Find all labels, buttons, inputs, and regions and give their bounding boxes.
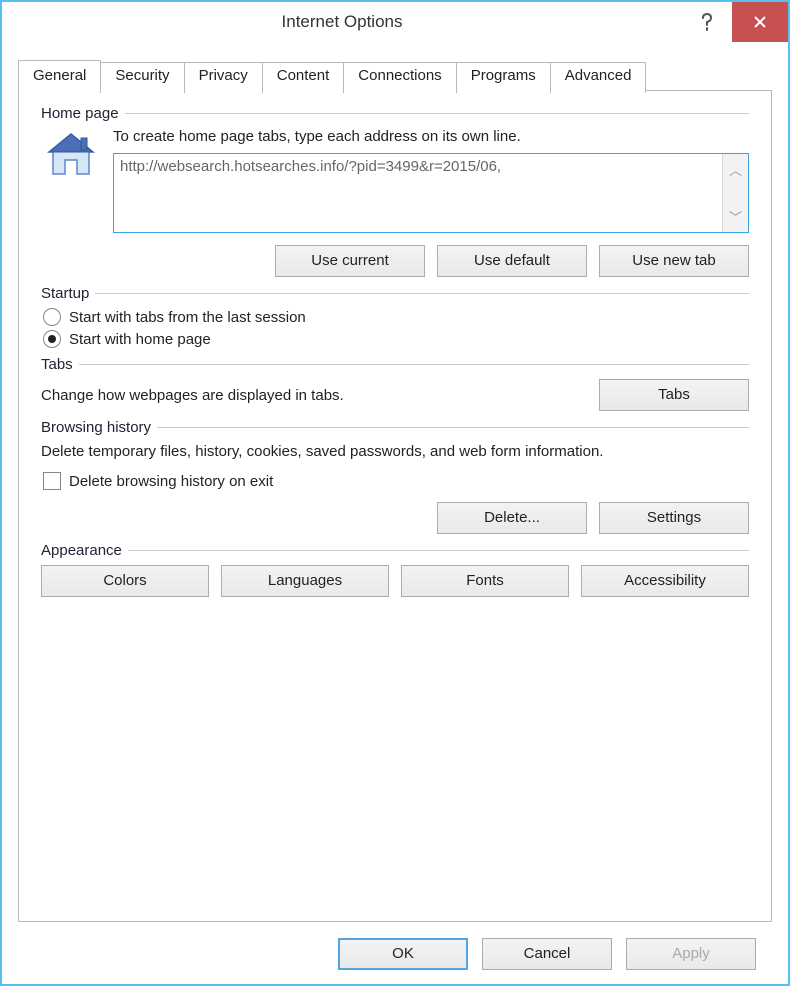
internet-options-window: Internet Options General Security Privac…	[0, 0, 790, 986]
dialog-footer: OK Cancel Apply	[18, 922, 772, 970]
close-button[interactable]	[732, 2, 788, 42]
homepage-input[interactable]	[114, 154, 722, 232]
home-icon	[41, 128, 101, 180]
divider	[157, 427, 749, 428]
tab-privacy[interactable]: Privacy	[184, 62, 263, 93]
group-title-history: Browsing history	[41, 419, 157, 436]
group-title-startup: Startup	[41, 285, 95, 302]
colors-button[interactable]: Colors	[41, 565, 209, 597]
tab-general[interactable]: General	[18, 60, 101, 91]
group-startup: Startup Start with tabs from the last se…	[41, 285, 749, 348]
cancel-button[interactable]: Cancel	[482, 938, 612, 970]
radio-label: Start with home page	[69, 331, 211, 348]
ok-button[interactable]: OK	[338, 938, 468, 970]
settings-button[interactable]: Settings	[599, 502, 749, 534]
apply-button[interactable]: Apply	[626, 938, 756, 970]
close-icon	[753, 15, 767, 29]
fonts-button[interactable]: Fonts	[401, 565, 569, 597]
group-appearance: Appearance Colors Languages Fonts Access…	[41, 542, 749, 597]
checkbox-label: Delete browsing history on exit	[69, 473, 273, 490]
help-button[interactable]	[682, 2, 732, 42]
tab-strip: General Security Privacy Content Connect…	[18, 60, 772, 91]
group-browsing-history: Browsing history Delete temporary files,…	[41, 419, 749, 534]
scrollbar[interactable]: ︿ ﹀	[722, 154, 748, 232]
dialog-body: General Security Privacy Content Connect…	[2, 42, 788, 984]
radio-icon	[43, 330, 61, 348]
tabs-description: Change how webpages are displayed in tab…	[41, 387, 587, 404]
group-tabs: Tabs Change how webpages are displayed i…	[41, 356, 749, 411]
use-default-button[interactable]: Use default	[437, 245, 587, 277]
history-description: Delete temporary files, history, cookies…	[41, 442, 749, 462]
homepage-instruction: To create home page tabs, type each addr…	[113, 128, 749, 145]
titlebar: Internet Options	[2, 2, 788, 42]
languages-button[interactable]: Languages	[221, 565, 389, 597]
radio-label: Start with tabs from the last session	[69, 309, 306, 326]
checkbox-icon	[43, 472, 61, 490]
group-title-homepage: Home page	[41, 105, 125, 122]
radio-start-home-page[interactable]: Start with home page	[43, 330, 749, 348]
tab-connections[interactable]: Connections	[343, 62, 456, 93]
use-new-tab-button[interactable]: Use new tab	[599, 245, 749, 277]
divider	[95, 293, 749, 294]
group-homepage: Home page To create home page tabs, type…	[41, 105, 749, 277]
checkbox-delete-on-exit[interactable]: Delete browsing history on exit	[43, 472, 749, 490]
divider	[79, 364, 749, 365]
window-title: Internet Options	[2, 12, 682, 32]
scroll-down-icon: ﹀	[729, 207, 742, 226]
group-title-tabs: Tabs	[41, 356, 79, 373]
help-icon	[700, 13, 714, 31]
delete-button[interactable]: Delete...	[437, 502, 587, 534]
divider	[125, 113, 749, 114]
tab-programs[interactable]: Programs	[456, 62, 551, 93]
homepage-textarea-wrap: ︿ ﹀	[113, 153, 749, 233]
tab-security[interactable]: Security	[100, 62, 184, 93]
accessibility-button[interactable]: Accessibility	[581, 565, 749, 597]
scroll-up-icon: ︿	[729, 160, 742, 179]
divider	[128, 550, 749, 551]
group-title-appearance: Appearance	[41, 542, 128, 559]
tabs-button[interactable]: Tabs	[599, 379, 749, 411]
tab-advanced[interactable]: Advanced	[550, 62, 647, 93]
tab-content[interactable]: Content	[262, 62, 345, 93]
radio-icon	[43, 308, 61, 326]
use-current-button[interactable]: Use current	[275, 245, 425, 277]
radio-start-last-session[interactable]: Start with tabs from the last session	[43, 308, 749, 326]
titlebar-buttons	[682, 2, 788, 42]
tab-panel: Home page To create home page tabs, type…	[18, 90, 772, 922]
